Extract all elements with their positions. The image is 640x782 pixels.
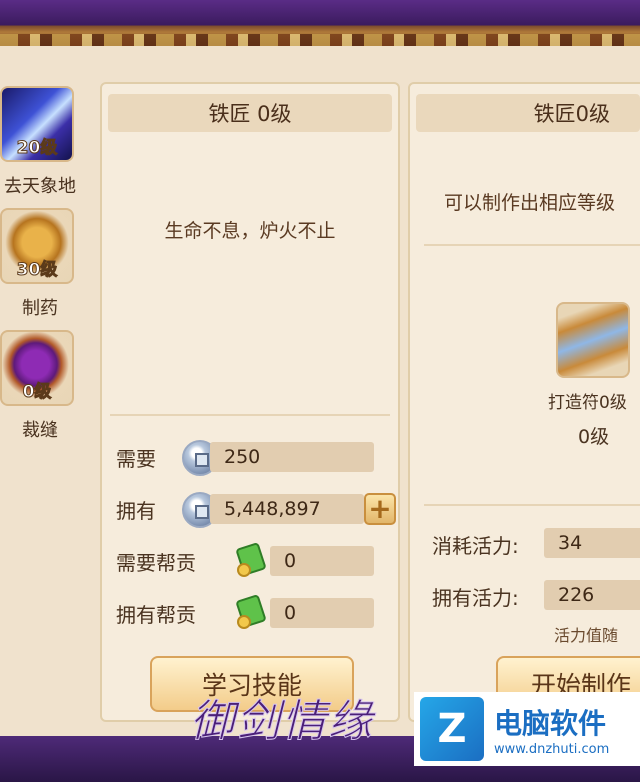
need-contrib-label: 需要帮贡 [116, 550, 196, 575]
craft-item-name: 打造符0级 [548, 393, 627, 413]
site-watermark: Z 电脑软件 www.dnzhuti.com [414, 692, 640, 766]
sword-icon: 20级 [0, 86, 74, 162]
consume-label: 消耗活力: [432, 534, 519, 558]
scroll-icon[interactable] [556, 302, 630, 378]
have-contrib-label: 拥有帮贡 [116, 602, 196, 627]
skill-info-card: 铁匠 0级 生命不息，炉火不止 需要 250 拥有 5,448,897 + 需要… [100, 82, 400, 722]
craft-item-level: 0级 [578, 426, 610, 448]
skill-description: 生命不息，炉火不止 [164, 220, 336, 242]
craft-title: 铁匠0级 [416, 94, 640, 132]
have-row: 拥有 [116, 492, 156, 526]
contribution-icon [236, 543, 266, 577]
site-name: 电脑软件 [494, 706, 607, 740]
top-decorative-border [0, 0, 640, 46]
own-value: 226 [544, 580, 640, 610]
need-label: 需要 [116, 446, 156, 471]
medicine-pot-icon: 30级 [0, 208, 74, 284]
skill-level: 30级 [16, 260, 58, 281]
divider [424, 244, 640, 246]
game-logo-watermark: 御剑情缘 [190, 696, 374, 748]
need-value: 250 [210, 442, 374, 472]
have-contrib-value: 0 [270, 598, 374, 628]
skill-item-2[interactable]: 0级 裁缝 [0, 330, 92, 441]
skill-item-1[interactable]: 30级 制药 [0, 208, 92, 319]
vitality-note: 活力值随 [554, 626, 619, 645]
thread-spool-icon: 0级 [0, 330, 74, 406]
skill-name: 裁缝 [22, 420, 58, 441]
have-value: 5,448,897 [210, 494, 364, 524]
skill-title: 铁匠 0级 [108, 94, 392, 132]
site-logo-icon: Z [420, 697, 484, 761]
skill-name: 制药 [22, 298, 58, 319]
need-contrib-value: 0 [270, 546, 374, 576]
skill-name: 去天象地 [4, 176, 76, 197]
contribution-icon [236, 595, 266, 629]
own-label: 拥有活力: [432, 586, 519, 610]
craft-card: 铁匠0级 可以制作出相应等级 打造符0级 0级 消耗活力: 34 拥有活力: 2… [408, 82, 640, 722]
skill-level: 20级 [16, 138, 58, 159]
have-contrib-row: 拥有帮贡 [116, 596, 196, 630]
divider [110, 414, 390, 416]
need-contrib-row: 需要帮贡 [116, 544, 196, 578]
have-label: 拥有 [116, 498, 156, 523]
skill-level: 0级 [22, 382, 52, 403]
consume-value: 34 [544, 528, 640, 558]
site-url: www.dnzhuti.com [494, 741, 610, 757]
add-money-button[interactable]: + [364, 493, 396, 525]
divider [424, 504, 640, 506]
skill-item-0[interactable]: 20级 去天象地 [0, 86, 92, 197]
need-row: 需要 [116, 440, 156, 474]
craft-description: 可以制作出相应等级 [444, 192, 616, 214]
